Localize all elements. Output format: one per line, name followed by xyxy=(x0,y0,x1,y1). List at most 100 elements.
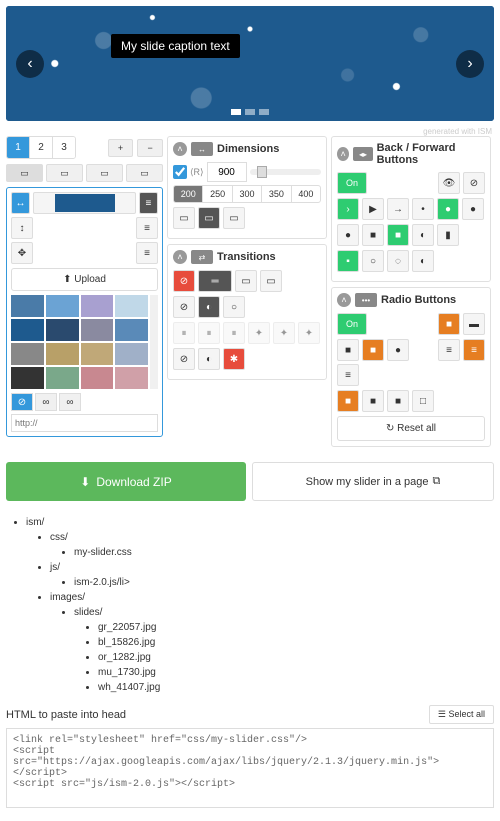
radio-p-4[interactable]: □ xyxy=(412,390,434,412)
tab-1[interactable]: 1 xyxy=(7,137,30,158)
layer-up[interactable]: ≡ xyxy=(139,192,158,214)
gallery-thumb[interactable] xyxy=(46,343,79,365)
reset-all-button[interactable]: ↻ Reset all xyxy=(337,416,485,441)
radio-style-a[interactable]: ■ xyxy=(438,313,460,335)
fx-4[interactable]: ✦ xyxy=(248,322,270,344)
gallery-thumb[interactable] xyxy=(115,319,148,341)
width-slider[interactable] xyxy=(250,169,321,175)
bf-style-1[interactable]: › xyxy=(337,198,359,220)
gallery-thumb[interactable] xyxy=(46,295,79,317)
dir-toggle[interactable]: ◐ xyxy=(198,296,220,318)
radio-al-1[interactable]: ≡ xyxy=(438,339,460,361)
trans-slide[interactable]: ▭ xyxy=(235,270,257,292)
ratio-opt-2[interactable]: ▭ xyxy=(198,207,220,229)
gallery-thumb[interactable] xyxy=(81,367,114,389)
bf-style-3[interactable]: → xyxy=(387,198,409,220)
select-all-button[interactable]: ☰ Select all xyxy=(429,705,494,724)
collapse-icon[interactable]: ˄ xyxy=(173,142,187,156)
bf-pos-3[interactable]: ◌ xyxy=(387,250,409,272)
gallery-thumb[interactable] xyxy=(115,343,148,365)
trans-none[interactable]: ⊘ xyxy=(173,270,195,292)
layout-opt-3[interactable]: ▭ xyxy=(86,164,123,182)
layout-opt-4[interactable]: ▭ xyxy=(126,164,163,182)
preset-400[interactable]: 400 xyxy=(292,186,320,202)
link-url-input[interactable] xyxy=(11,414,158,432)
radio-al-3[interactable]: ≡ xyxy=(337,364,359,386)
collapse-icon[interactable]: ˄ xyxy=(173,250,187,264)
add-slide-button[interactable]: + xyxy=(108,139,134,157)
radio-p-2[interactable]: ■ xyxy=(362,390,384,412)
show-in-page-button[interactable]: Show my slider in a page ⧉ xyxy=(252,462,494,501)
width-input[interactable] xyxy=(207,162,247,182)
radio-p-1[interactable]: ■ xyxy=(337,390,359,412)
bf-shape-4[interactable]: ◐ xyxy=(412,224,434,246)
bf-hide[interactable]: 👁 xyxy=(438,172,460,194)
move-tool[interactable]: ✥ xyxy=(11,242,33,264)
preset-200[interactable]: 200 xyxy=(174,186,203,202)
fx-6[interactable]: ✦ xyxy=(298,322,320,344)
remove-slide-button[interactable]: − xyxy=(137,139,163,157)
gallery-thumb[interactable] xyxy=(11,367,44,389)
ratio-opt-1[interactable]: ▭ xyxy=(173,207,195,229)
bf-shape-2[interactable]: ■ xyxy=(362,224,384,246)
link-mode-url[interactable]: ∞ xyxy=(35,393,57,411)
trans-fade[interactable]: ═ xyxy=(198,270,232,292)
preset-250[interactable]: 250 xyxy=(203,186,232,202)
loop-on[interactable]: ◐ xyxy=(198,348,220,370)
dir-circle[interactable]: ○ xyxy=(223,296,245,318)
align-tool[interactable]: ↔ xyxy=(11,192,30,214)
gallery-thumb[interactable] xyxy=(115,367,148,389)
trans-zoom[interactable]: ▭ xyxy=(260,270,282,292)
bf-style-4[interactable]: • xyxy=(412,198,434,220)
ratio-opt-3[interactable]: ▭ xyxy=(223,207,245,229)
bf-style-5[interactable]: ● xyxy=(437,198,459,220)
tab-3[interactable]: 3 xyxy=(53,137,75,158)
link-mode-anchor[interactable]: ∞ xyxy=(59,393,81,411)
bf-shape-1[interactable]: ● xyxy=(337,224,359,246)
collapse-icon[interactable]: ˄ xyxy=(337,147,349,161)
layer-mid[interactable]: ≡ xyxy=(136,217,158,239)
gallery-thumb[interactable] xyxy=(46,367,79,389)
align-v[interactable]: ↕ xyxy=(11,217,33,239)
gallery-thumb[interactable] xyxy=(81,295,114,317)
gallery-thumb[interactable] xyxy=(81,319,114,341)
slide-indicators[interactable] xyxy=(231,109,269,115)
prev-arrow[interactable]: ‹ xyxy=(16,50,44,78)
radio-c-3[interactable]: ● xyxy=(387,339,409,361)
next-arrow[interactable]: › xyxy=(456,50,484,78)
fx-1[interactable]: ⏸ xyxy=(173,322,195,344)
bf-style-6[interactable]: ● xyxy=(462,198,484,220)
gallery-thumb[interactable] xyxy=(81,343,114,365)
radio-p-3[interactable]: ■ xyxy=(387,390,409,412)
bf-pos-1[interactable]: ▪ xyxy=(337,250,359,272)
bf-show[interactable]: ⊘ xyxy=(463,172,485,194)
width-enable-checkbox[interactable] xyxy=(173,165,187,179)
fx-3[interactable]: ⏸ xyxy=(223,322,245,344)
layer-down[interactable]: ≡ xyxy=(136,242,158,264)
layout-opt-2[interactable]: ▭ xyxy=(46,164,83,182)
fx-5[interactable]: ✦ xyxy=(273,322,295,344)
loop-none[interactable]: ⊘ xyxy=(173,348,195,370)
head-code-textarea[interactable] xyxy=(6,728,494,808)
radio-on-toggle[interactable]: On xyxy=(337,313,367,335)
loop-random[interactable]: ✱ xyxy=(223,348,245,370)
gallery-thumb[interactable] xyxy=(11,295,44,317)
bf-on-toggle[interactable]: On xyxy=(337,172,367,194)
radio-style-b[interactable]: ▬ xyxy=(463,313,485,335)
dir-none[interactable]: ⊘ xyxy=(173,296,195,318)
bf-style-2[interactable]: ▶ xyxy=(362,198,384,220)
bf-shape-3[interactable]: ■ xyxy=(387,224,409,246)
gallery-thumb[interactable] xyxy=(11,343,44,365)
bf-pos-4[interactable]: ◐ xyxy=(412,250,434,272)
layout-opt-1[interactable]: ▭ xyxy=(6,164,43,182)
radio-c-2[interactable]: ■ xyxy=(362,339,384,361)
gallery-thumb[interactable] xyxy=(46,319,79,341)
bf-pos-2[interactable]: ○ xyxy=(362,250,384,272)
radio-c-1[interactable]: ■ xyxy=(337,339,359,361)
preset-300[interactable]: 300 xyxy=(233,186,262,202)
bf-shape-5[interactable]: ▮ xyxy=(437,224,459,246)
gallery-thumb[interactable] xyxy=(115,295,148,317)
preset-350[interactable]: 350 xyxy=(262,186,291,202)
tab-2[interactable]: 2 xyxy=(30,137,53,158)
upload-button[interactable]: ⬆ Upload xyxy=(11,268,158,291)
